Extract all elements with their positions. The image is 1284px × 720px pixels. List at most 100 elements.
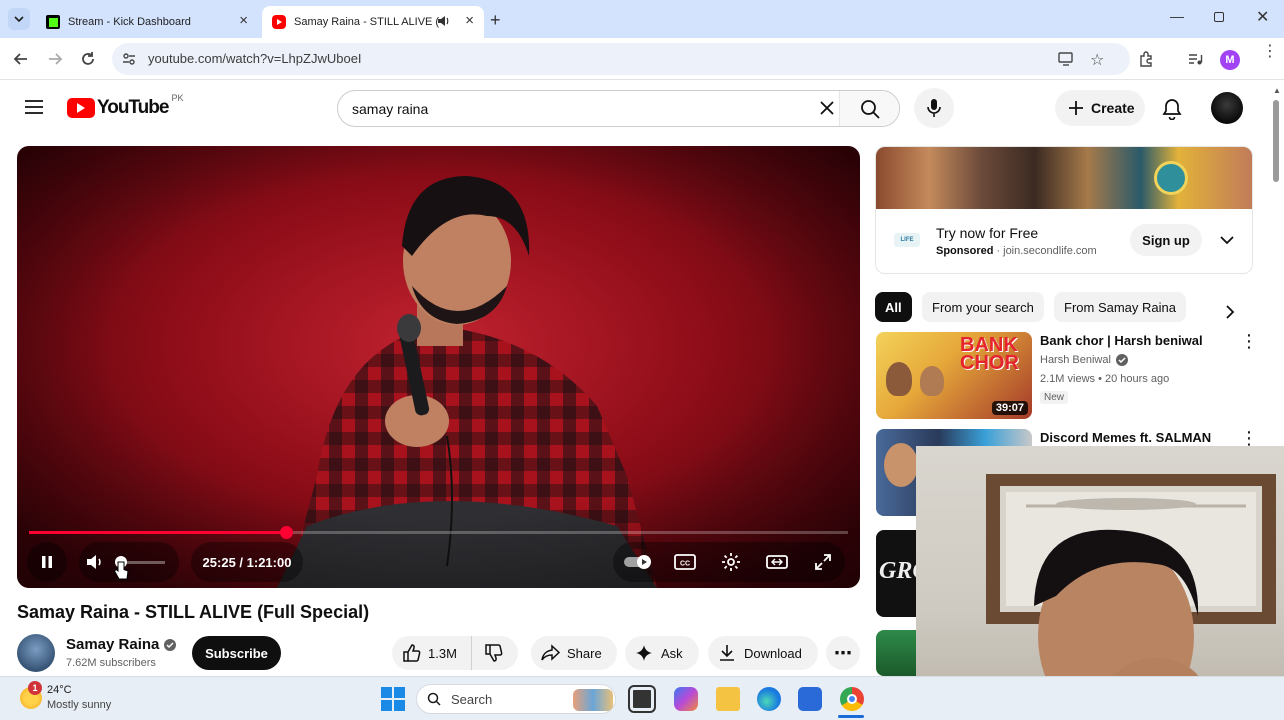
subscriber-count: 7.62M subscribers [66, 657, 156, 669]
search-button[interactable] [839, 91, 899, 126]
volume-control[interactable] [79, 542, 179, 582]
video-title: Samay Raina - STILL ALIVE (Full Special) [17, 602, 370, 622]
recommendation-title[interactable]: Discord Memes ft. SALMAN [1040, 430, 1211, 445]
kebab-menu-icon[interactable]: ⋮ [1262, 44, 1278, 60]
tab-search-button[interactable] [8, 8, 30, 30]
country-code: PK [171, 93, 184, 103]
scrollbar-thumb[interactable] [1273, 100, 1279, 182]
ad-title: Try now for Free [936, 225, 1039, 241]
sponsored-ad-card[interactable]: LIFE Try now for Free Sponsored · join.s… [875, 146, 1253, 274]
notifications-bell-icon[interactable] [1162, 98, 1182, 120]
advertiser-logo-icon: LIFE [894, 233, 920, 247]
captions-icon[interactable]: CC [671, 550, 699, 574]
like-dislike-group: 1.3M [392, 636, 518, 670]
duration-badge: 39:07 [991, 401, 1028, 415]
video-options-icon[interactable]: ⋮ [1240, 429, 1258, 447]
verified-check-icon [164, 638, 177, 651]
chip-all[interactable]: All [875, 292, 912, 322]
media-controls-icon[interactable] [1181, 45, 1209, 73]
microsoft-store-icon[interactable] [798, 687, 822, 711]
microphone-icon [927, 99, 941, 117]
copilot-icon[interactable] [674, 687, 698, 711]
voice-search-button[interactable] [914, 88, 954, 128]
minimize-icon[interactable]: — [1170, 8, 1184, 24]
volume-icon[interactable] [85, 552, 105, 572]
video-player[interactable]: 25:25 / 1:21:00 CC [17, 146, 860, 588]
autoplay-toggle[interactable] [623, 550, 655, 574]
video-options-icon[interactable]: ⋮ [1240, 332, 1258, 350]
like-button[interactable]: 1.3M [392, 636, 472, 670]
taskbar-search-box[interactable]: Search [416, 684, 616, 714]
dislike-button[interactable] [472, 636, 516, 670]
recommendation-title[interactable]: Bank chor | Harsh beniwal [1040, 333, 1230, 348]
forward-arrow-icon[interactable] [41, 45, 69, 73]
scroll-up-arrow-icon[interactable]: ▲ [1273, 86, 1281, 95]
tab-kick-dashboard[interactable]: Stream - Kick Dashboard × [36, 6, 258, 38]
chip-from-your-search[interactable]: From your search [922, 292, 1044, 322]
edge-browser-icon[interactable] [757, 687, 781, 711]
clear-search-icon[interactable] [818, 99, 836, 117]
speaker-icon[interactable] [436, 14, 450, 28]
share-button[interactable]: Share [531, 636, 617, 670]
chevron-down-icon [14, 16, 24, 23]
search-icon [427, 692, 441, 706]
new-tab-plus-icon[interactable]: + [490, 10, 501, 31]
thumbs-up-icon [403, 644, 421, 662]
channel-avatar[interactable] [17, 634, 55, 672]
chip-from-samay-raina[interactable]: From Samay Raina [1054, 292, 1186, 322]
search-input[interactable]: samay raina [352, 101, 428, 117]
tab-youtube-video[interactable]: Samay Raina - STILL ALIVE ( × [262, 6, 484, 38]
right-controls: CC [613, 542, 845, 582]
fullscreen-icon[interactable] [809, 550, 837, 574]
thumbnail-person [884, 443, 918, 487]
site-settings-icon[interactable] [122, 52, 136, 66]
close-tab-icon[interactable]: × [465, 13, 474, 28]
channel-name-row[interactable]: Samay Raina [66, 636, 177, 653]
user-avatar[interactable] [1211, 92, 1243, 124]
weather-desc[interactable]: Mostly sunny [47, 699, 111, 711]
weather-temp[interactable]: 24°C [47, 684, 72, 696]
task-view-icon[interactable] [628, 685, 656, 713]
hamburger-menu-icon[interactable] [24, 99, 44, 115]
back-arrow-icon[interactable] [7, 45, 35, 73]
ask-label: Ask [661, 645, 683, 661]
signup-button[interactable]: Sign up [1130, 224, 1202, 256]
thumbnail-person [920, 366, 944, 396]
recommendation-thumbnail[interactable]: BANK CHOR 39:07 [876, 332, 1032, 419]
more-actions-icon[interactable]: ⋯ [826, 636, 860, 670]
ask-button[interactable]: Ask [625, 636, 699, 670]
chevron-down-icon[interactable] [1220, 234, 1234, 246]
youtube-header: YouTube PK samay raina Create [0, 80, 1284, 136]
kick-logo-icon [46, 15, 60, 29]
share-label: Share [567, 645, 602, 661]
search-box[interactable]: samay raina [337, 90, 900, 127]
chrome-icon[interactable] [840, 687, 864, 711]
install-app-icon[interactable] [1058, 51, 1074, 67]
thumbnail-text: BANK CHOR [960, 334, 1019, 374]
reload-icon[interactable] [74, 45, 102, 73]
bookmark-star-icon[interactable]: ☆ [1090, 50, 1104, 70]
settings-gear-icon[interactable] [717, 550, 745, 574]
play-pause-button[interactable] [27, 542, 67, 582]
notification-badge: 1 [28, 681, 42, 695]
windows-start-icon[interactable] [381, 687, 405, 711]
theater-mode-icon[interactable] [763, 550, 791, 574]
recommendation-channel[interactable]: Harsh Beniwal [1040, 354, 1111, 366]
extensions-icon[interactable] [1132, 45, 1160, 73]
close-window-icon[interactable]: ✕ [1256, 7, 1269, 27]
download-button[interactable]: Download [708, 636, 818, 670]
profile-avatar[interactable]: M [1220, 50, 1240, 70]
youtube-logo[interactable]: YouTube PK [67, 93, 183, 119]
create-button[interactable]: Create [1055, 90, 1145, 126]
file-explorer-icon[interactable] [716, 687, 740, 711]
maximize-icon[interactable] [1214, 12, 1224, 22]
logo-text: YouTube [97, 97, 169, 118]
chevron-right-icon[interactable] [1224, 304, 1236, 320]
progress-bar[interactable] [29, 526, 848, 539]
address-bar[interactable]: youtube.com/watch?v=LhpZJwUboeI ☆ [112, 43, 1130, 75]
close-tab-icon[interactable]: × [239, 13, 248, 28]
hand-cursor-icon [113, 561, 129, 580]
recommendation-channel-row[interactable]: Harsh Beniwal [1040, 354, 1128, 366]
channel-name[interactable]: Samay Raina [66, 636, 159, 653]
subscribe-button[interactable]: Subscribe [192, 636, 281, 670]
